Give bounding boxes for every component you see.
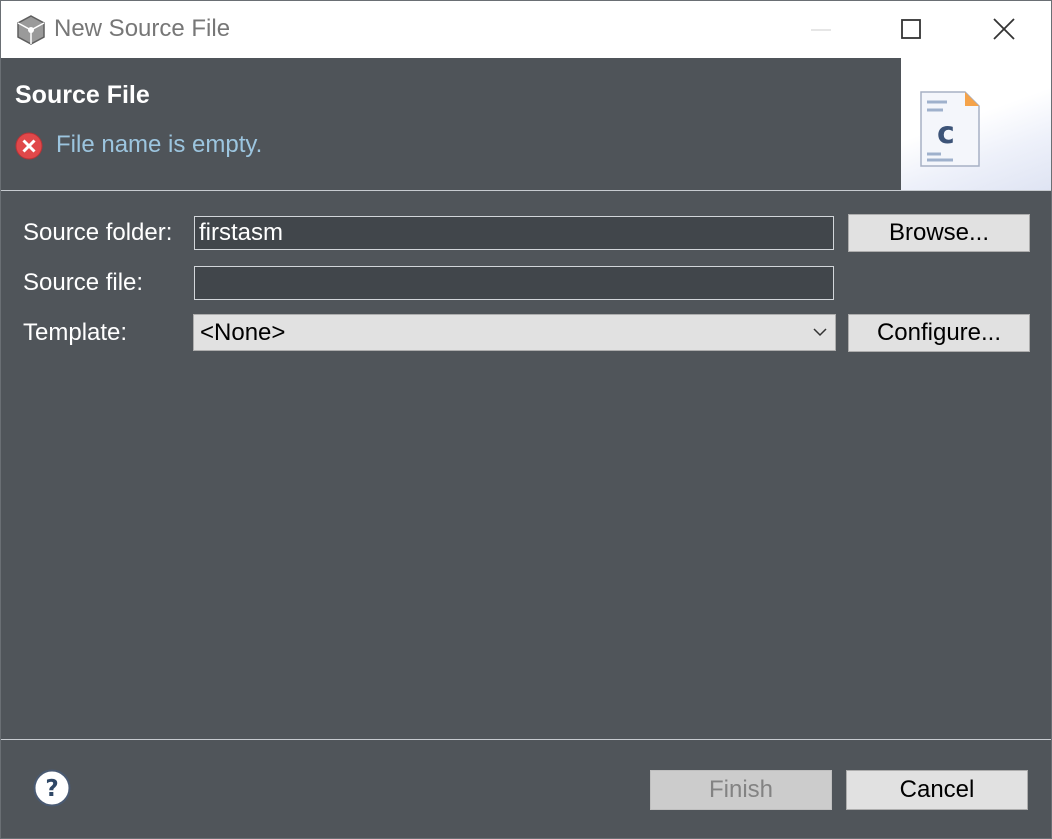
footer-separator	[1, 739, 1051, 740]
configure-button[interactable]: Configure...	[848, 314, 1030, 352]
new-source-file-dialog: New Source File Source File File name is…	[0, 0, 1052, 839]
wizard-header: Source File File name is empty. c	[1, 58, 1051, 190]
wizard-page-title: Source File	[15, 81, 150, 109]
eclipse-app-icon	[17, 15, 45, 45]
source-folder-label: Source folder:	[23, 219, 173, 246]
error-message: File name is empty.	[56, 131, 263, 158]
close-icon[interactable]	[984, 9, 1024, 49]
svg-text:?: ?	[45, 776, 58, 802]
help-icon[interactable]: ?	[33, 769, 71, 807]
browse-button[interactable]: Browse...	[848, 214, 1030, 252]
svg-text:c: c	[937, 116, 955, 151]
title-bar[interactable]: New Source File	[1, 1, 1051, 58]
c-source-file-icon: c	[920, 91, 980, 167]
source-file-input[interactable]	[194, 266, 834, 300]
window-title: New Source File	[54, 15, 231, 42]
template-selected-value: <None>	[200, 319, 286, 346]
source-folder-input[interactable]	[194, 216, 834, 250]
minimize-icon[interactable]	[801, 9, 841, 49]
template-label: Template:	[23, 319, 128, 346]
wizard-banner: c	[901, 58, 1051, 190]
chevron-down-icon	[813, 328, 827, 337]
header-separator	[1, 190, 1051, 191]
error-icon	[15, 132, 43, 160]
maximize-icon[interactable]	[891, 9, 931, 49]
cancel-button[interactable]: Cancel	[846, 770, 1028, 810]
source-file-label: Source file:	[23, 269, 144, 296]
template-select[interactable]: <None>	[193, 314, 836, 351]
finish-button[interactable]: Finish	[650, 770, 832, 810]
